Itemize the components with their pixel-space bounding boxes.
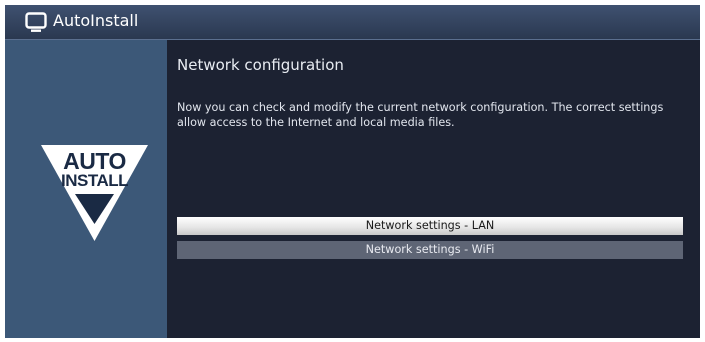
title-bar: AutoInstall <box>5 5 700 40</box>
sidebar: AUTO INSTALL <box>5 40 167 338</box>
main-panel: Network configuration Now you can check … <box>167 40 700 338</box>
app-title: AutoInstall <box>53 11 139 30</box>
autoinstall-screen: AutoInstall AUTO INSTALL Network configu… <box>5 5 700 338</box>
autoinstall-triangle-logo: AUTO INSTALL <box>38 142 151 244</box>
page-title: Network configuration <box>177 56 344 74</box>
description-text: Now you can check and modify the current… <box>177 101 664 129</box>
logo-text-install: INSTALL <box>60 171 129 190</box>
tv-icon <box>25 12 47 32</box>
network-settings-wifi-button[interactable]: Network settings - WiFi <box>177 241 683 259</box>
network-settings-lan-button[interactable]: Network settings - LAN <box>177 217 683 235</box>
